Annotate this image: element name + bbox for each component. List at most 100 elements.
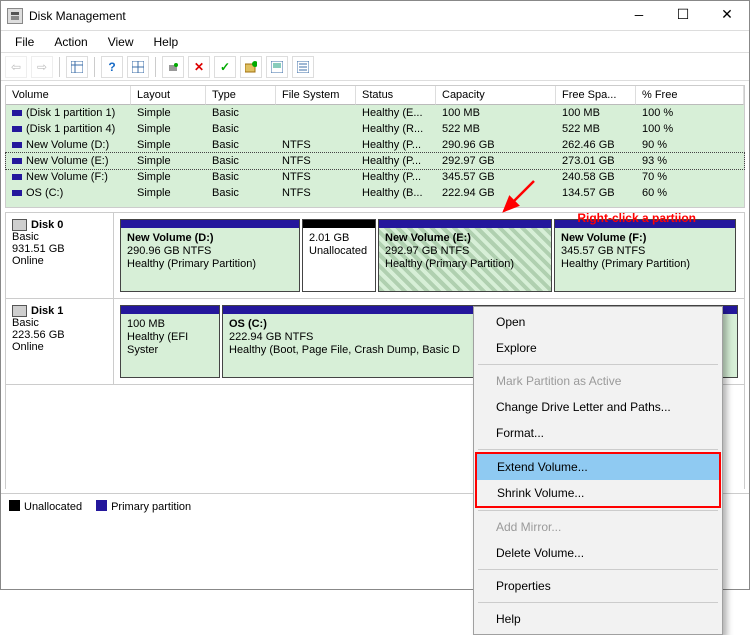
disk-size: 223.56 GB	[12, 329, 107, 341]
volume-name: (Disk 1 partition 4)	[26, 123, 115, 135]
volume-name: OS (C:)	[26, 187, 63, 199]
disk-name: Disk 0	[31, 219, 63, 231]
partition-size: 100 MB	[127, 318, 213, 331]
col-capacity[interactable]: Capacity	[436, 86, 556, 105]
expand-icon[interactable]	[266, 56, 288, 78]
volume-icon	[12, 142, 22, 148]
context-separator	[478, 364, 718, 365]
partition-e-selected[interactable]: New Volume (E:) 292.97 GB NTFS Healthy (…	[378, 219, 552, 292]
partition-size: 345.57 GB NTFS	[561, 245, 729, 258]
volume-row[interactable]: (Disk 1 partition 1) Simple Basic Health…	[6, 105, 744, 121]
toolbar-separator	[94, 57, 95, 77]
context-separator	[478, 569, 718, 570]
context-separator	[478, 510, 718, 511]
list-icon[interactable]	[292, 56, 314, 78]
disk-row: Disk 0 Basic 931.51 GB Online Right-clic…	[6, 213, 744, 299]
partition-size: 290.96 GB NTFS	[127, 245, 293, 258]
context-separator	[478, 602, 718, 603]
ctx-add-mirror: Add Mirror...	[476, 514, 720, 540]
volume-name: New Volume (E:)	[26, 155, 109, 167]
menu-action[interactable]: Action	[44, 33, 97, 51]
volume-list: Volume Layout Type File System Status Ca…	[5, 85, 745, 208]
menu-view[interactable]: View	[98, 33, 144, 51]
ctx-help[interactable]: Help	[476, 606, 720, 632]
view-grid-button[interactable]	[66, 56, 88, 78]
partition-status: Healthy (Primary Partition)	[127, 258, 293, 271]
volume-icon	[12, 110, 22, 116]
volume-name: New Volume (D:)	[26, 139, 109, 151]
unallocated-swatch	[9, 500, 20, 511]
ctx-shrink-volume[interactable]: Shrink Volume...	[477, 480, 719, 506]
menu-file[interactable]: File	[5, 33, 44, 51]
ctx-open[interactable]: Open	[476, 309, 720, 335]
disk-info: Disk 1 Basic 223.56 GB Online	[6, 299, 114, 384]
partition-f[interactable]: New Volume (F:) 345.57 GB NTFS Healthy (…	[554, 219, 736, 292]
maximize-button[interactable]: ☐	[661, 1, 705, 31]
volume-layout: Simple	[131, 105, 206, 121]
col-status[interactable]: Status	[356, 86, 436, 105]
refresh-button[interactable]	[162, 56, 184, 78]
disk-state: Online	[12, 255, 107, 267]
partition-unallocated[interactable]: 2.01 GB Unallocated	[302, 219, 376, 292]
partition-size: 2.01 GB	[309, 232, 369, 245]
volume-row[interactable]: OS (C:) Simple Basic NTFS Healthy (B... …	[6, 185, 744, 201]
context-menu: Open Explore Mark Partition as Active Ch…	[473, 306, 723, 635]
volume-status: Healthy (E...	[356, 105, 436, 121]
partition-size: 292.97 GB NTFS	[385, 245, 545, 258]
col-volume[interactable]: Volume	[6, 86, 131, 105]
titlebar: Disk Management — ☐ ✕	[1, 1, 749, 31]
new-partition-icon[interactable]	[240, 56, 262, 78]
volume-free: 100 MB	[556, 105, 636, 121]
volume-fs	[276, 105, 356, 121]
delete-icon[interactable]: ✕	[188, 56, 210, 78]
partition-efi[interactable]: 100 MB Healthy (EFI Syster	[120, 305, 220, 378]
close-button[interactable]: ✕	[705, 1, 749, 31]
col-percent-free[interactable]: % Free	[636, 86, 744, 105]
ctx-explore[interactable]: Explore	[476, 335, 720, 361]
legend-unallocated: Unallocated	[24, 501, 82, 513]
disk-name: Disk 1	[31, 305, 63, 317]
disk-type: Basic	[12, 317, 107, 329]
volume-icon	[12, 190, 22, 196]
context-separator	[478, 449, 718, 450]
col-filesystem[interactable]: File System	[276, 86, 356, 105]
col-free[interactable]: Free Spa...	[556, 86, 636, 105]
volume-name: (Disk 1 partition 1)	[26, 107, 115, 119]
partition-title: New Volume (D:)	[127, 232, 293, 245]
partition-status: Healthy (Primary Partition)	[385, 258, 545, 271]
ctx-change-letter[interactable]: Change Drive Letter and Paths...	[476, 394, 720, 420]
col-type[interactable]: Type	[206, 86, 276, 105]
window-title: Disk Management	[29, 9, 617, 23]
ctx-properties[interactable]: Properties	[476, 573, 720, 599]
grid2-button[interactable]	[127, 56, 149, 78]
volume-row-selected[interactable]: New Volume (E:) Simple Basic NTFS Health…	[6, 153, 744, 169]
ctx-extend-volume[interactable]: Extend Volume...	[477, 454, 719, 480]
back-button[interactable]: ⇦	[5, 56, 27, 78]
ctx-mark-active: Mark Partition as Active	[476, 368, 720, 394]
minimize-button[interactable]: —	[617, 1, 661, 31]
menu-help[interactable]: Help	[144, 33, 189, 51]
check-icon[interactable]: ✓	[214, 56, 236, 78]
disk-state: Online	[12, 341, 107, 353]
ctx-format[interactable]: Format...	[476, 420, 720, 446]
disk-type: Basic	[12, 231, 107, 243]
annotation-label: Right-click a partiion	[577, 211, 696, 225]
volume-row[interactable]: (Disk 1 partition 4) Simple Basic Health…	[6, 121, 744, 137]
legend-primary: Primary partition	[111, 501, 191, 513]
partition-status: Unallocated	[309, 245, 369, 258]
annotation-highlight-box: Extend Volume... Shrink Volume...	[475, 452, 721, 508]
disk-icon	[12, 219, 27, 231]
forward-button[interactable]: ⇨	[31, 56, 53, 78]
volume-row[interactable]: New Volume (D:) Simple Basic NTFS Health…	[6, 137, 744, 153]
help-icon[interactable]: ?	[101, 56, 123, 78]
volume-list-header: Volume Layout Type File System Status Ca…	[6, 86, 744, 105]
partition-d[interactable]: New Volume (D:) 290.96 GB NTFS Healthy (…	[120, 219, 300, 292]
col-layout[interactable]: Layout	[131, 86, 206, 105]
volume-icon	[12, 158, 22, 164]
ctx-delete-volume[interactable]: Delete Volume...	[476, 540, 720, 566]
primary-swatch	[96, 500, 107, 511]
volume-pct: 100 %	[636, 105, 744, 121]
menubar: File Action View Help	[1, 31, 749, 53]
volume-row[interactable]: New Volume (F:) Simple Basic NTFS Health…	[6, 169, 744, 185]
partition-status: Healthy (EFI Syster	[127, 331, 213, 357]
